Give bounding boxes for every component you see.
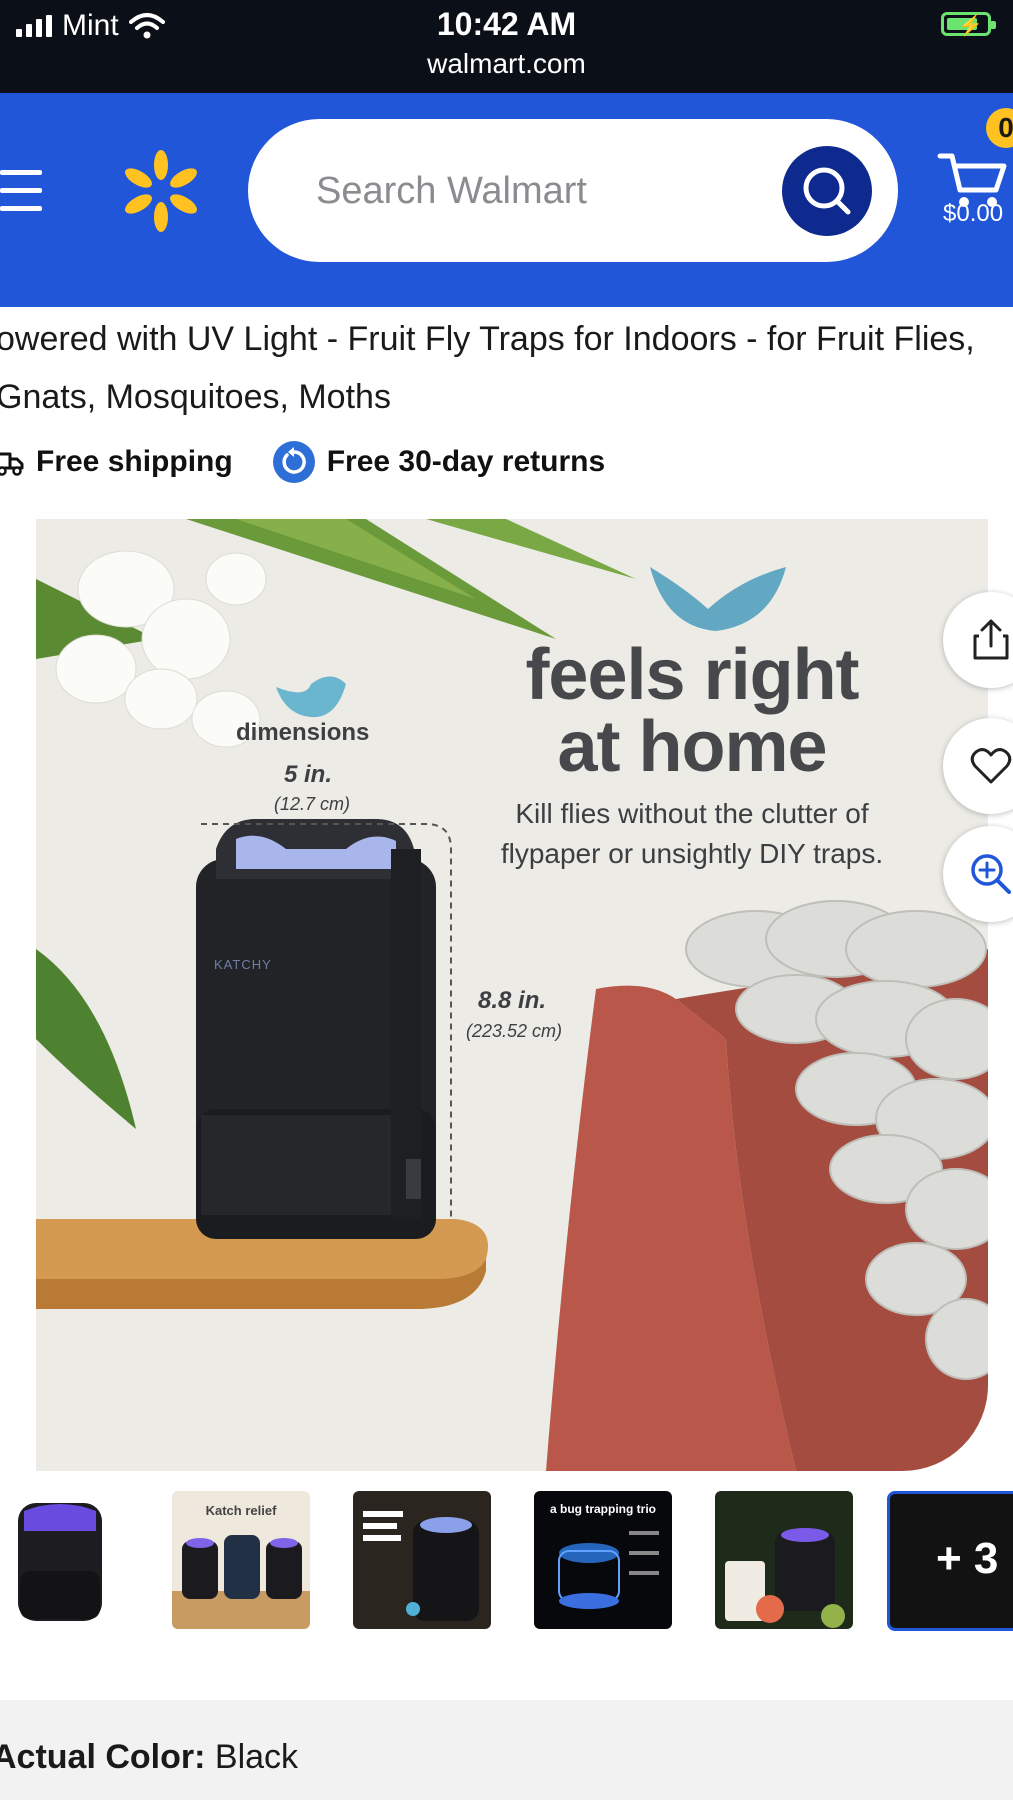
- width-cm: (12.7 cm): [274, 794, 351, 814]
- more-images-count: + 3: [936, 1534, 999, 1583]
- actual-color-row: Actual Color: Black: [0, 1738, 298, 1777]
- actual-color-label: Actual Color:: [0, 1738, 206, 1776]
- fulfillment-badges: Free shipping Free 30-day returns: [0, 440, 605, 484]
- returns-icon: [272, 441, 315, 483]
- walmart-spark-logo[interactable]: [120, 150, 202, 232]
- search-input[interactable]: [314, 159, 758, 223]
- truck-icon: [0, 452, 24, 476]
- status-time: 10:42 AM: [436, 6, 577, 42]
- free-returns-label: Free 30-day returns: [326, 445, 606, 478]
- free-shipping-label: Free shipping: [36, 445, 233, 478]
- product-title-line-2: Gnats, Mosquitoes, Moths: [0, 378, 391, 416]
- battery-icon: ⚡: [941, 12, 996, 37]
- cart-total[interactable]: $0.00: [943, 200, 1003, 228]
- url-bar[interactable]: walmart.com: [0, 48, 1013, 80]
- hero-headline: feels right at home: [525, 635, 859, 787]
- thumbnail-5[interactable]: [715, 1491, 853, 1629]
- search-icon: [803, 167, 851, 215]
- actual-color-value: Black: [214, 1738, 299, 1776]
- search-bar: [248, 119, 898, 262]
- status-bar: Mint 10:42 AM walmart.com ⚡: [0, 0, 1013, 93]
- product-title: owered with UV Light - Fruit Fly Traps f…: [0, 310, 1013, 426]
- thumbnail-2[interactable]: Katch relief: [172, 1491, 310, 1629]
- thumbnail-3[interactable]: [353, 1491, 491, 1629]
- thumbnail-1[interactable]: [0, 1491, 138, 1629]
- hamburger-menu-icon[interactable]: [0, 170, 44, 214]
- device-brand-label: KATCHY: [214, 957, 272, 972]
- search-button[interactable]: [782, 146, 872, 236]
- hero-subtext: Kill flies without the clutter of flypap…: [500, 798, 884, 869]
- thumbnail-4[interactable]: a bug trapping trio: [534, 1491, 672, 1629]
- thumbnail-2-caption: Katch relief: [206, 1503, 277, 1518]
- heart-icon: [970, 748, 1012, 784]
- width-inches: 5 in.: [284, 761, 333, 788]
- dimensions-label: dimensions: [236, 719, 370, 746]
- product-title-line-1: owered with UV Light - Fruit Fly Traps f…: [0, 320, 975, 358]
- zoom-icon: [971, 854, 1011, 894]
- thumbnail-strip: Katch relief a bug trapping trio: [0, 1491, 1013, 1631]
- more-images-button[interactable]: + 3: [887, 1491, 1013, 1631]
- height-inches: 8.8 in.: [478, 987, 547, 1014]
- share-icon: [973, 619, 1009, 660]
- height-cm: (223.52 cm): [466, 1021, 563, 1041]
- product-main-image[interactable]: feels right at home Kill flies without t…: [36, 519, 988, 1471]
- thumbnail-4-caption: a bug trapping trio: [550, 1502, 656, 1516]
